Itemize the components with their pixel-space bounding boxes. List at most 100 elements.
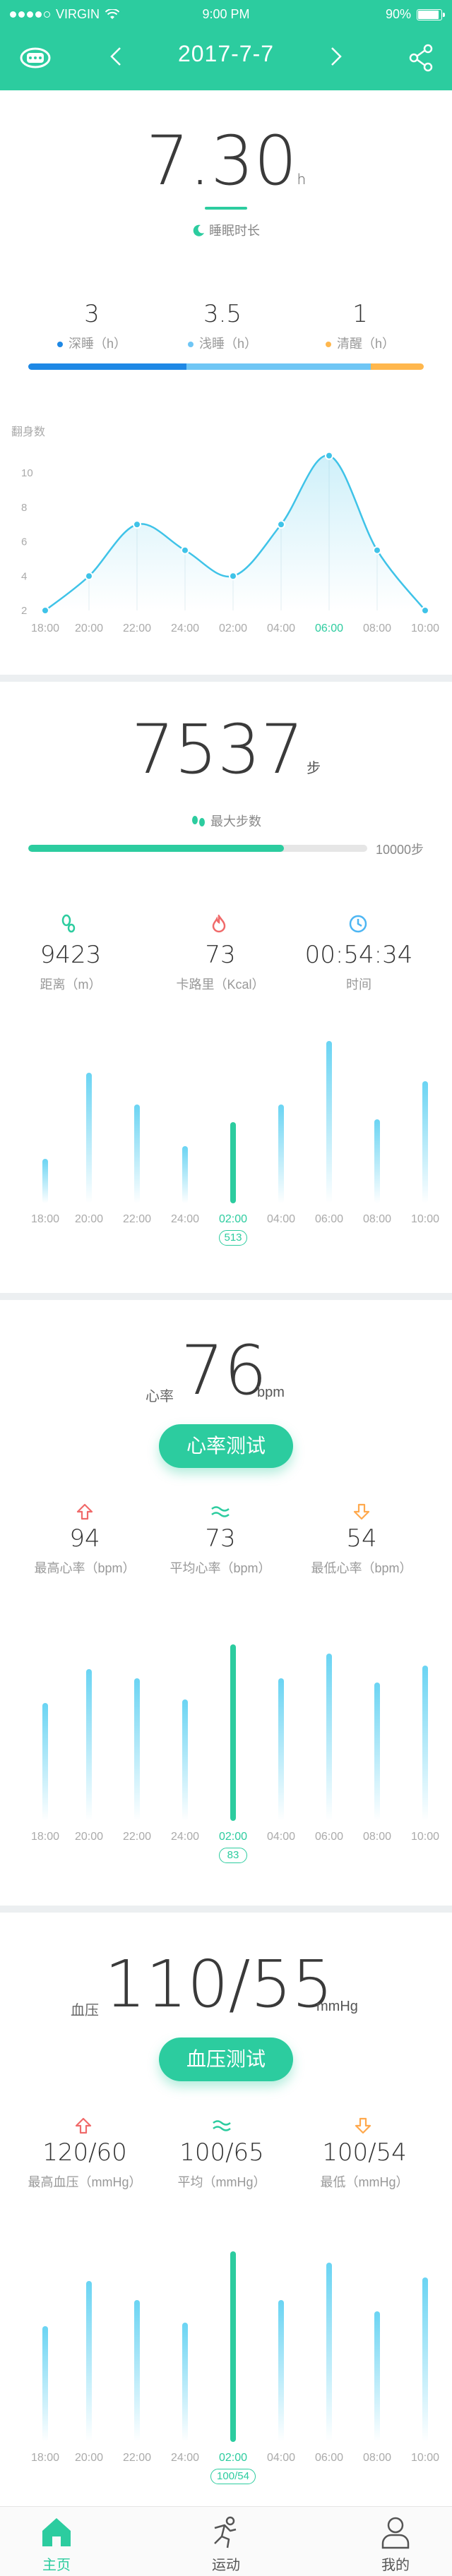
- sleep-caption-text: 睡眠时长: [209, 224, 260, 238]
- x-tick-label: 02:00: [218, 2452, 248, 2464]
- chart-bar[interactable]: [326, 1041, 332, 1203]
- sleep-caption: 睡眠时长: [0, 221, 452, 239]
- min-heart-label: 最低心率（bpm）: [311, 1561, 412, 1575]
- y-tick-label: 10: [21, 467, 33, 479]
- heart-label: 心率: [145, 1389, 174, 1404]
- chart-bar[interactable]: [86, 1072, 92, 1203]
- chart-bar[interactable]: [182, 1699, 188, 1821]
- chart-bar[interactable]: [374, 1682, 380, 1821]
- tab-home[interactable]: 主页: [0, 2507, 113, 2576]
- heart-value: 76: [181, 1331, 268, 1410]
- wave-icon: [211, 1506, 230, 1517]
- chart-bar[interactable]: [86, 2281, 92, 2442]
- blood-unit: mmHg: [316, 1999, 358, 2014]
- x-tick-label: 08:00: [362, 2452, 392, 2464]
- heart-unit: bpm: [257, 1385, 285, 1400]
- duration-value: 00:54:34: [304, 941, 413, 969]
- chart-bar[interactable]: [422, 2277, 428, 2442]
- max-blood-label: 最高血压（mmHg）: [28, 2175, 142, 2189]
- x-tick-label: 08:00: [362, 1831, 392, 1843]
- chart-bar[interactable]: [278, 1104, 284, 1203]
- battery-percent: 90%: [385, 7, 411, 21]
- duration-stat: 00:54:34 时间: [288, 941, 429, 993]
- chevron-right-icon[interactable]: [325, 42, 346, 71]
- tab-exercise-label: 运动: [212, 2558, 240, 2573]
- x-tick-label: 24:00: [170, 2452, 200, 2464]
- chart-bar[interactable]: [278, 2299, 284, 2442]
- light-sleep-segment: [186, 363, 371, 370]
- sleep-chart-ylabel: 翻身数: [11, 426, 46, 438]
- x-tick-label: 10:00: [410, 1831, 440, 1843]
- distance-value: 9423: [40, 941, 102, 969]
- x-tick-label: 24:00: [170, 1831, 200, 1843]
- chart-bar[interactable]: [86, 1668, 92, 1821]
- avg-heart-stat: 73 平均心率（bpm）: [150, 1524, 291, 1577]
- max-heart-label: 最高心率（bpm）: [34, 1561, 136, 1575]
- avg-blood-label: 平均（mmHg）: [177, 2175, 266, 2189]
- chart-bar[interactable]: [422, 1665, 428, 1821]
- deep-sleep-dot: [56, 342, 63, 348]
- awake-dot: [325, 342, 331, 348]
- blood-test-button[interactable]: 血压测试: [159, 2038, 293, 2081]
- flame-icon: [212, 915, 226, 933]
- section-divider: [0, 1906, 452, 1913]
- steps-caption: 最大步数: [0, 812, 452, 830]
- avg-heart-label: 平均心率（bpm）: [170, 1561, 271, 1575]
- avg-blood-value: 100/65: [179, 2138, 264, 2167]
- chart-bar[interactable]: [422, 1081, 428, 1203]
- arrow-up-icon: [76, 1503, 93, 1520]
- data-point: [325, 451, 333, 460]
- selected-bar[interactable]: [230, 2251, 236, 2442]
- steps-value: 7537: [131, 710, 304, 789]
- chart-bar[interactable]: [326, 2262, 332, 2442]
- selected-bar[interactable]: [230, 1121, 236, 1203]
- awake-label: 清醒（h）: [336, 337, 395, 351]
- x-tick-label: 10:00: [411, 622, 439, 634]
- data-point: [373, 546, 381, 555]
- chart-bar[interactable]: [42, 2325, 48, 2442]
- deep-sleep-value: 3: [84, 300, 100, 328]
- chart-bar[interactable]: [326, 1654, 332, 1821]
- arrow-up-icon: [75, 2117, 92, 2134]
- x-tick-label: 22:00: [122, 1831, 152, 1843]
- chart-bar[interactable]: [182, 1146, 188, 1203]
- steps-progress-fill: [28, 845, 284, 852]
- x-tick-label: 22:00: [123, 622, 151, 634]
- sleep-divider: [205, 207, 247, 210]
- chart-bar[interactable]: [374, 1119, 380, 1203]
- status-time: 9:00 PM: [202, 7, 250, 21]
- min-blood-value: 100/54: [322, 2138, 407, 2167]
- tab-profile[interactable]: 我的: [339, 2507, 452, 2576]
- x-tick-label: 08:00: [362, 1213, 392, 1225]
- chart-bar[interactable]: [42, 1159, 48, 1203]
- x-tick-label: 18:00: [30, 2452, 60, 2464]
- chart-bar[interactable]: [278, 1678, 284, 1821]
- selected-value-badge: 83: [219, 1848, 247, 1863]
- avg-heart-value: 73: [205, 1524, 236, 1553]
- chart-bar[interactable]: [134, 1678, 140, 1821]
- y-tick-label: 2: [21, 605, 27, 617]
- x-tick-label: 04:00: [267, 622, 295, 634]
- x-tick-label: 06:00: [314, 2452, 344, 2464]
- tab-profile-label: 我的: [381, 2558, 410, 2573]
- data-point: [421, 606, 429, 615]
- chart-bar[interactable]: [134, 1104, 140, 1203]
- min-heart-value: 54: [346, 1524, 377, 1553]
- chart-bar[interactable]: [42, 1703, 48, 1821]
- heart-test-button[interactable]: 心率测试: [159, 1424, 293, 1468]
- distance-label: 距离（m）: [40, 977, 102, 992]
- selected-bar[interactable]: [230, 1644, 236, 1821]
- data-point: [85, 572, 93, 581]
- chart-bar[interactable]: [374, 2311, 380, 2442]
- data-point: [229, 572, 237, 581]
- chart-bar[interactable]: [182, 2322, 188, 2442]
- x-tick-label: 20:00: [74, 2452, 104, 2464]
- share-icon[interactable]: [407, 42, 435, 73]
- wave-icon: [213, 2120, 231, 2131]
- max-blood-value: 120/60: [42, 2138, 127, 2167]
- x-tick-label: 18:00: [30, 1213, 60, 1225]
- tab-exercise[interactable]: 运动: [170, 2507, 282, 2576]
- chart-bar[interactable]: [134, 2299, 140, 2442]
- x-tick-label: 04:00: [266, 1213, 296, 1225]
- y-tick-label: 4: [21, 570, 27, 582]
